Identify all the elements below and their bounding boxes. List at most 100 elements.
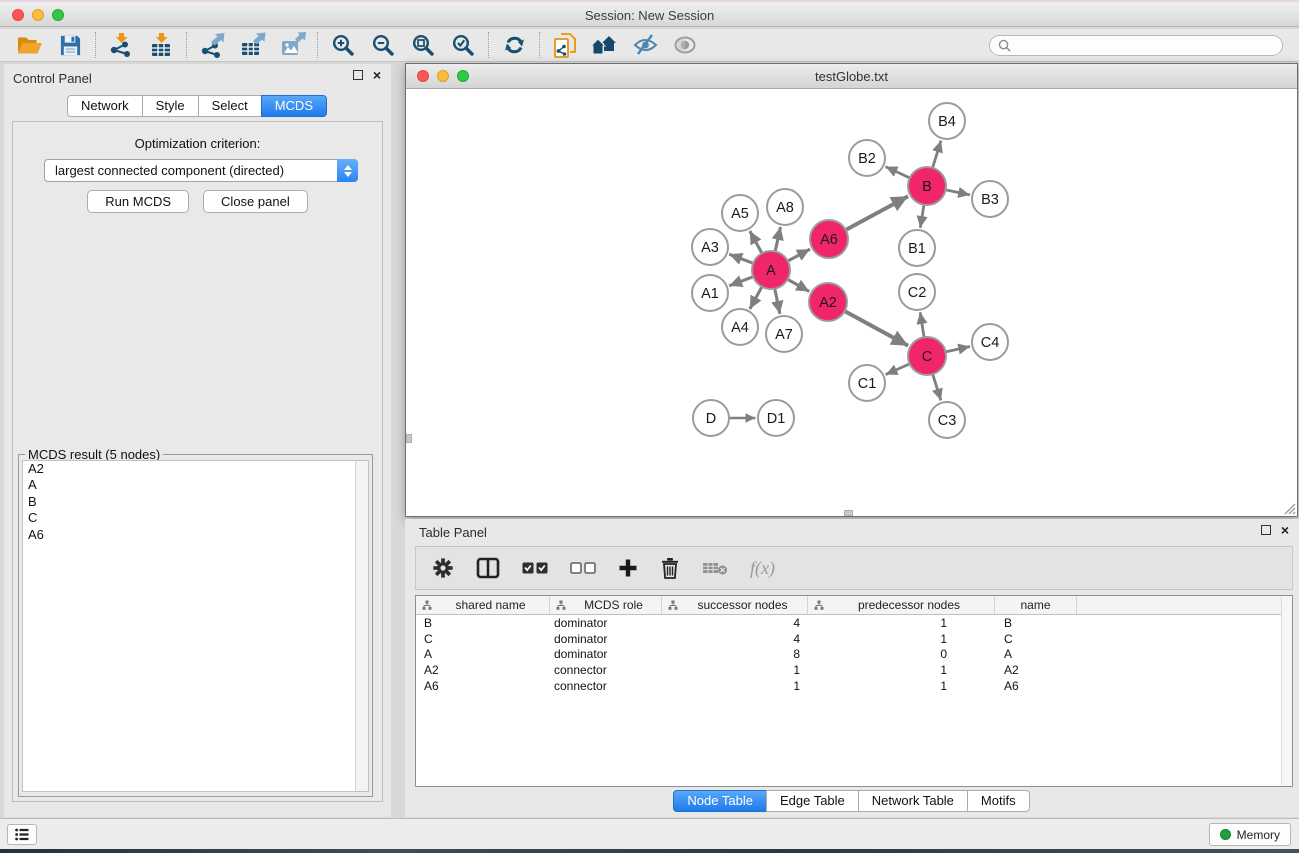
table-row[interactable]: Adominator80A <box>416 647 1292 663</box>
close-panel-icon[interactable]: × <box>1281 525 1289 535</box>
select-all-columns-button[interactable] <box>522 553 548 583</box>
network-graph[interactable]: B4 B2 B B3 A5 A8 A6 A3 B1 A A1 C2 A2 A4A7 C4 C C1 C3 D D1 <box>406 90 1297 517</box>
import-network-button[interactable] <box>101 30 141 60</box>
network-canvas[interactable]: B4 B2 B B3 A5 A8 A6 A3 B1 A A1 C2 A2 A4A7 C4 C C1 C3 D D1 <box>406 90 1297 516</box>
graph-node-C1[interactable]: C1 <box>849 365 885 401</box>
svg-text:C: C <box>922 349 932 365</box>
deselect-all-columns-button[interactable] <box>570 553 596 583</box>
mcds-result-item[interactable]: B <box>23 494 368 510</box>
column-header-mcds-role[interactable]: MCDS role <box>550 596 662 614</box>
show-details-button[interactable] <box>665 30 705 60</box>
table-row[interactable]: Bdominator41B <box>416 615 1292 631</box>
network-window-title: testGlobe.txt <box>406 64 1297 89</box>
graph-node-D1[interactable]: D1 <box>758 400 794 436</box>
mcds-result-list[interactable]: A2ABCA6 <box>22 460 369 792</box>
graph-node-B2[interactable]: B2 <box>849 140 885 176</box>
zoom-out-button[interactable] <box>363 30 403 60</box>
table-row[interactable]: Cdominator41C <box>416 631 1292 647</box>
graph-node-A3[interactable]: A3 <box>692 229 728 265</box>
table-row[interactable]: A6connector11A6 <box>416 678 1292 694</box>
memory-button[interactable]: Memory <box>1209 823 1291 846</box>
zoom-selected-button[interactable] <box>443 30 483 60</box>
column-header-successor-nodes[interactable]: successor nodes <box>662 596 808 614</box>
import-table-button[interactable] <box>141 30 181 60</box>
mcds-result-item[interactable]: A2 <box>23 461 368 477</box>
list-icon <box>15 828 29 841</box>
graph-node-B[interactable]: B <box>908 167 946 205</box>
tab-mcds[interactable]: MCDS <box>261 95 327 117</box>
search-input[interactable] <box>1016 38 1274 52</box>
export-table-button[interactable] <box>232 30 272 60</box>
mcds-result-item[interactable]: A <box>23 477 368 493</box>
result-scrollbar[interactable] <box>355 461 368 791</box>
home-button[interactable] <box>585 30 625 60</box>
cell-name: C <box>995 632 1077 646</box>
graph-node-C2[interactable]: C2 <box>899 274 935 310</box>
svg-text:A8: A8 <box>776 200 794 216</box>
column-header-shared-name[interactable]: shared name <box>416 596 550 614</box>
graph-node-B4[interactable]: B4 <box>929 103 965 139</box>
graph-node-A5[interactable]: A5 <box>722 195 758 231</box>
graph-node-A8[interactable]: A8 <box>767 189 803 225</box>
table-settings-button[interactable] <box>432 553 454 583</box>
close-panel-icon[interactable]: × <box>373 70 381 80</box>
tab-network[interactable]: Network <box>67 95 143 117</box>
task-history-button[interactable] <box>7 824 37 845</box>
cell-mcds-role: dominator <box>550 632 662 646</box>
tab-node-table[interactable]: Node Table <box>673 790 767 812</box>
criterion-dropdown[interactable]: largest connected component (directed) <box>44 159 358 182</box>
graph-node-C3[interactable]: C3 <box>929 402 965 438</box>
graph-node-C4[interactable]: C4 <box>972 324 1008 360</box>
column-header-predecessor-nodes[interactable]: predecessor nodes <box>808 596 995 614</box>
float-panel-icon[interactable] <box>353 70 363 80</box>
column-view-button[interactable] <box>476 553 500 583</box>
zoom-in-button[interactable] <box>323 30 363 60</box>
delete-column-button[interactable] <box>660 553 680 583</box>
zoom-fit-button[interactable] <box>403 30 443 60</box>
table-row[interactable]: A2connector11A2 <box>416 662 1292 678</box>
memory-status-icon <box>1220 829 1231 840</box>
resize-grip[interactable] <box>1283 502 1296 515</box>
zoom-in-icon <box>331 33 355 57</box>
graph-node-A6[interactable]: A6 <box>810 220 848 258</box>
open-session-button[interactable] <box>10 30 50 60</box>
graph-node-B3[interactable]: B3 <box>972 181 1008 217</box>
delete-table-button[interactable] <box>702 553 728 583</box>
add-column-button[interactable] <box>618 553 638 583</box>
close-panel-button[interactable]: Close panel <box>203 190 308 213</box>
run-mcds-button[interactable]: Run MCDS <box>87 190 189 213</box>
graph-node-A7[interactable]: A7 <box>766 316 802 352</box>
desktop-background-strip <box>0 849 1299 853</box>
svg-text:A2: A2 <box>819 295 837 311</box>
hide-details-button[interactable] <box>625 30 665 60</box>
tab-style[interactable]: Style <box>142 95 199 117</box>
cell-shared-name: A2 <box>416 663 550 677</box>
graph-node-A4[interactable]: A4 <box>722 309 758 345</box>
search-field[interactable] <box>989 35 1283 56</box>
vertical-scroll-notch[interactable] <box>406 434 412 443</box>
cell-predecessor-nodes: 1 <box>808 663 995 677</box>
tab-network-table[interactable]: Network Table <box>858 790 968 812</box>
new-network-from-selection-button[interactable] <box>545 30 585 60</box>
tab-edge-table[interactable]: Edge Table <box>766 790 859 812</box>
save-session-button[interactable] <box>50 30 90 60</box>
mcds-result-item[interactable]: A6 <box>23 527 368 543</box>
graph-node-B1[interactable]: B1 <box>899 230 935 266</box>
refresh-layout-button[interactable] <box>494 30 534 60</box>
graph-node-C[interactable]: C <box>908 337 946 375</box>
graph-node-A1[interactable]: A1 <box>692 275 728 311</box>
mcds-result-item[interactable]: C <box>23 510 368 526</box>
graph-node-D[interactable]: D <box>693 400 729 436</box>
export-network-button[interactable] <box>192 30 232 60</box>
export-image-button[interactable] <box>272 30 312 60</box>
tab-motifs[interactable]: Motifs <box>967 790 1030 812</box>
node-table[interactable]: shared nameMCDS rolesuccessor nodesprede… <box>415 595 1293 787</box>
graph-node-A2[interactable]: A2 <box>809 283 847 321</box>
table-scrollbar[interactable] <box>1281 596 1292 786</box>
float-panel-icon[interactable] <box>1261 525 1271 535</box>
horizontal-scroll-notch[interactable] <box>844 510 853 516</box>
column-header-name[interactable]: name <box>995 596 1077 614</box>
tab-select[interactable]: Select <box>198 95 262 117</box>
function-builder-button[interactable]: f(x) <box>750 553 775 583</box>
graph-node-A[interactable]: A <box>752 251 790 289</box>
